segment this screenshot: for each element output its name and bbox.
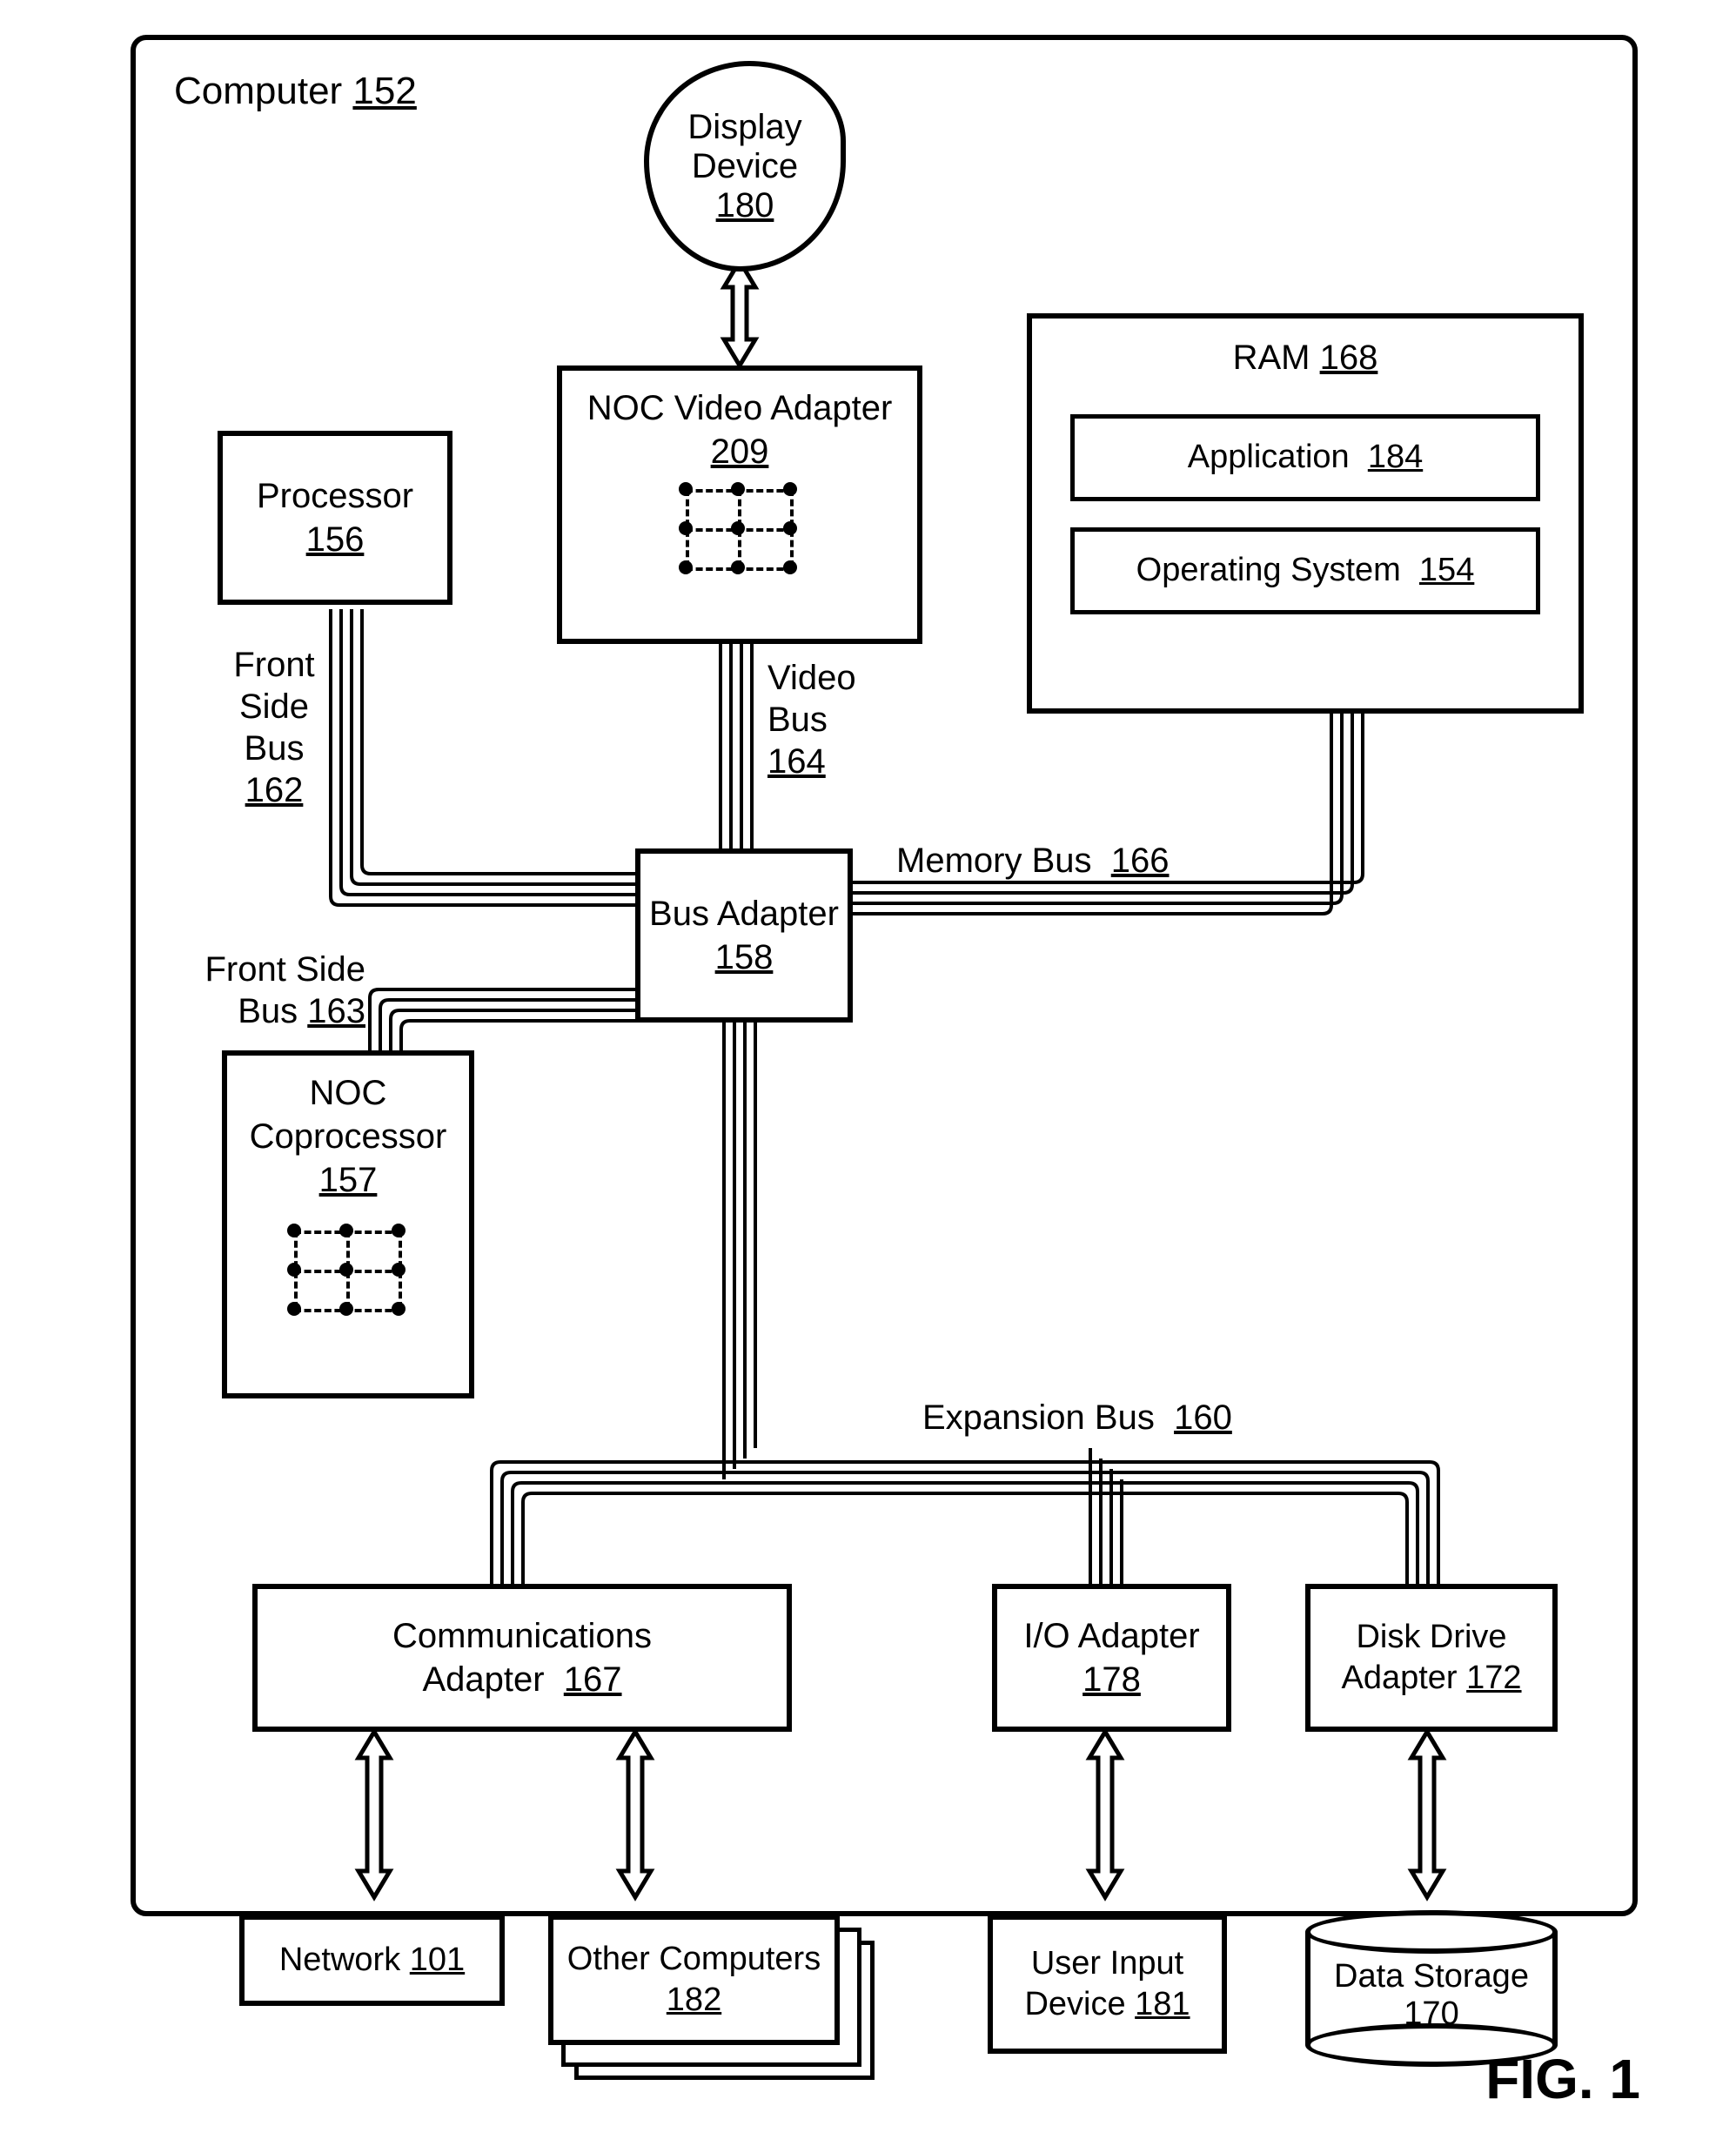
os-label: Operating System <box>1136 550 1401 592</box>
noc-video-adapter-ref: 209 <box>711 430 769 473</box>
computer-label: Computer 152 <box>174 70 417 113</box>
disk-drive-adapter-block: Disk Drive Adapter 172 <box>1305 1584 1558 1732</box>
noc-coprocessor-label-top: NOC <box>310 1071 387 1115</box>
comm-adapter-line2: Adapter 167 <box>422 1658 621 1701</box>
noc-mesh-icon <box>679 482 801 578</box>
data-storage-text: Data Storage 170 <box>1305 1958 1558 2033</box>
computer-ref: 152 <box>352 70 416 112</box>
application-ref: 184 <box>1368 437 1423 479</box>
other-computers-ref: 182 <box>667 1980 721 2022</box>
fsb-162-ref: 162 <box>245 771 304 809</box>
fsb-162-label: FrontSideBus162 <box>218 644 331 811</box>
diagram-page: Computer 152 Display Device 180 NOC Vide… <box>0 0 1736 2146</box>
io-adapter-label: I/O Adapter <box>1023 1614 1199 1658</box>
comm-adapter-ref: 167 <box>564 1660 622 1699</box>
io-adapter-block: I/O Adapter 178 <box>992 1584 1231 1732</box>
network-ref: 101 <box>410 1940 465 1982</box>
comm-adapter-block: Communications Adapter 167 <box>252 1584 792 1732</box>
ram-title-line: RAM 168 <box>1233 336 1378 379</box>
ram-ref: 168 <box>1320 339 1378 377</box>
disk-drive-adapter-label-bot: Adapter 172 <box>1341 1658 1521 1700</box>
processor-ref: 156 <box>306 518 365 561</box>
noc-video-adapter-label: NOC Video Adapter <box>587 386 893 430</box>
noc-video-adapter-block: NOC Video Adapter 209 <box>557 365 922 644</box>
display-device-label: Display Device <box>649 108 841 186</box>
memory-bus-label-text: Memory Bus <box>896 842 1092 880</box>
fsb-163-ref: 163 <box>307 992 365 1030</box>
comm-adapter-label-line: Communications <box>392 1614 652 1658</box>
video-bus-ref: 164 <box>767 742 826 781</box>
bus-adapter-ref: 158 <box>715 936 774 979</box>
computer-label-text: Computer <box>174 70 342 112</box>
expansion-bus-label-text: Expansion Bus <box>922 1398 1155 1437</box>
display-device-ref: 180 <box>716 186 774 225</box>
ram-block: RAM 168 Application 184 Operating System… <box>1027 313 1584 714</box>
network-block: Network 101 <box>239 1915 505 2006</box>
memory-bus-label: Memory Bus 166 <box>896 840 1201 882</box>
io-adapter-ref: 178 <box>1082 1658 1141 1701</box>
figure-label: FIG. 1 <box>1485 2047 1640 2111</box>
disk-drive-adapter-label-top: Disk Drive <box>1356 1617 1506 1659</box>
memory-bus-ref: 166 <box>1111 842 1170 880</box>
application-label: Application <box>1188 437 1350 479</box>
os-block: Operating System 154 <box>1070 527 1540 614</box>
bus-adapter-label: Bus Adapter <box>649 892 839 936</box>
expansion-bus-label: Expansion Bus 160 <box>922 1397 1288 1438</box>
user-input-label-bot: Device 181 <box>1024 1984 1190 2026</box>
data-storage-label: Data Storage <box>1305 1958 1558 1995</box>
disk-drive-adapter-ref: 172 <box>1466 1660 1521 1696</box>
other-computers-label: Other Computers <box>567 1939 821 1981</box>
noc-coprocessor-ref: 157 <box>319 1158 378 1202</box>
video-bus-label: VideoBus164 <box>767 657 881 782</box>
data-storage-ref: 170 <box>1305 1995 1558 2033</box>
noc-coproc-mesh-icon <box>287 1224 409 1319</box>
bus-adapter-block: Bus Adapter 158 <box>635 848 853 1023</box>
user-input-ref: 181 <box>1135 1986 1190 2022</box>
user-input-block: User Input Device 181 <box>988 1915 1227 2054</box>
ram-label: RAM <box>1233 339 1310 377</box>
processor-label: Processor <box>257 474 413 518</box>
noc-coprocessor-label-bot: Coprocessor <box>250 1115 447 1158</box>
other-computers-block: Other Computers 182 <box>548 1915 840 2045</box>
noc-coprocessor-block: NOC Coprocessor 157 <box>222 1050 474 1398</box>
data-storage-block: Data Storage 170 <box>1305 1910 1558 2067</box>
network-label: Network <box>279 1940 400 1982</box>
processor-block: Processor 156 <box>218 431 452 605</box>
fsb-163-label: Front SideBus 163 <box>165 949 365 1032</box>
os-ref: 154 <box>1419 550 1474 592</box>
user-input-label-top: User Input <box>1031 1943 1183 1985</box>
application-block: Application 184 <box>1070 414 1540 501</box>
expansion-bus-ref: 160 <box>1174 1398 1232 1437</box>
